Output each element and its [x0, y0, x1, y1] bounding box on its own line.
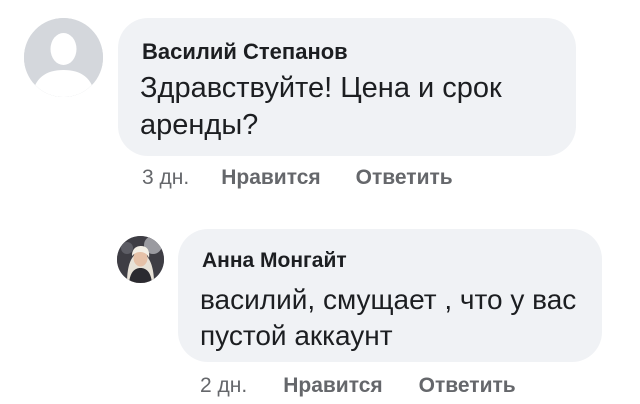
- reply-button[interactable]: Ответить: [419, 374, 516, 398]
- comment-text: василий, смущает , что у вас пустой акка…: [200, 284, 577, 351]
- comment-timestamp[interactable]: 3 дн.: [142, 166, 189, 190]
- default-avatar-icon[interactable]: [24, 18, 103, 97]
- like-button[interactable]: Нравится: [221, 166, 320, 190]
- comment-author[interactable]: Василий Степанов: [142, 39, 348, 65]
- profile-photo-avatar[interactable]: [117, 236, 164, 283]
- comment-actions: 2 дн. Нравится Ответить: [200, 374, 516, 398]
- like-button[interactable]: Нравится: [283, 374, 382, 398]
- comment-text: Здравствуйте! Цена и срок аренды?: [140, 72, 502, 141]
- comment-author[interactable]: Анна Монгайт: [202, 249, 347, 273]
- comment-actions: 3 дн. Нравится Ответить: [142, 166, 453, 190]
- person-silhouette-icon: [24, 18, 103, 97]
- comment-timestamp[interactable]: 2 дн.: [200, 374, 247, 398]
- profile-photo: [117, 236, 164, 283]
- reply-button[interactable]: Ответить: [356, 166, 453, 190]
